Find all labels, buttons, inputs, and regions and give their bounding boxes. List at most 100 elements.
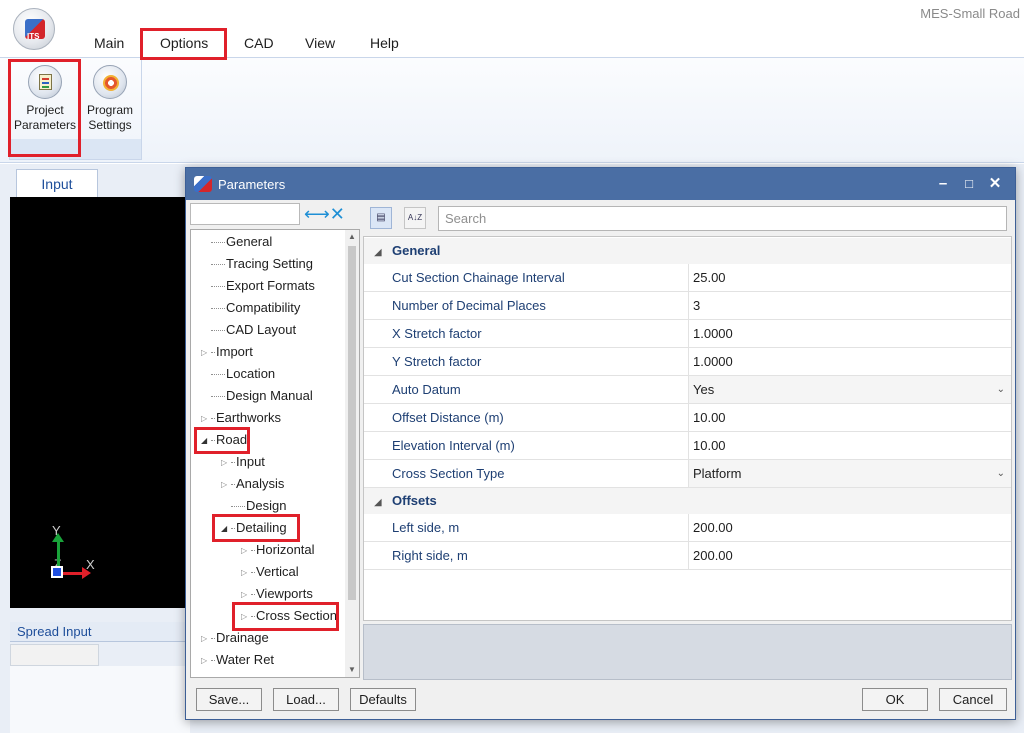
property-row[interactable]: X Stretch factor 1.0000	[364, 320, 1011, 348]
cross-section-type-select[interactable]: Platform ⌄	[688, 460, 1011, 487]
property-name: Auto Datum	[392, 382, 461, 397]
auto-datum-value: Yes	[693, 382, 715, 397]
chevron-down-icon[interactable]: ⌄	[997, 376, 1005, 403]
scroll-thumb[interactable]	[348, 246, 356, 600]
tree-scrollbar[interactable]: ▲ ▼	[345, 230, 359, 677]
tree-node-road[interactable]: ◢ Road	[201, 429, 247, 451]
property-row[interactable]: Number of Decimal Places 3	[364, 292, 1011, 320]
tree-node-horizontal[interactable]: ▷ Horizontal	[241, 539, 315, 561]
spread-input-tab[interactable]	[10, 644, 99, 666]
menu-help[interactable]: Help	[362, 30, 407, 56]
close-button[interactable]: ✕	[984, 173, 1006, 195]
save-button[interactable]: Save...	[196, 688, 262, 711]
minimize-button[interactable]: –	[932, 173, 954, 195]
tree-node-import[interactable]: ▷ Import	[201, 341, 253, 363]
tree-node-input[interactable]: ▷ Input	[221, 451, 265, 473]
alphabetical-sort-icon[interactable]: A↓Z	[404, 207, 426, 229]
expand-collapse-icon[interactable]: ⟷✕	[304, 203, 360, 225]
property-row[interactable]: Offset Distance (m) 10.00	[364, 404, 1011, 432]
collapse-arrow-icon[interactable]: ◢	[221, 518, 231, 540]
expand-arrow-icon[interactable]: ▷	[201, 342, 211, 364]
property-search-input[interactable]	[438, 206, 1007, 231]
property-value[interactable]: 10.00	[688, 404, 1011, 431]
property-name: Elevation Interval (m)	[392, 438, 515, 453]
property-row[interactable]: Cross Section Type Platform ⌄	[364, 460, 1011, 488]
expand-arrow-icon[interactable]: ▷	[221, 452, 231, 474]
project-parameters-button[interactable]: Project Parameters	[12, 63, 78, 139]
categorized-view-icon[interactable]: ▤	[370, 207, 392, 229]
property-row[interactable]: Y Stretch factor 1.0000	[364, 348, 1011, 376]
collapse-arrow-icon[interactable]: ◢	[364, 489, 392, 515]
tree-node-detailing[interactable]: ◢ Detailing	[221, 517, 287, 539]
tree-node-vertical[interactable]: ▷ Vertical	[241, 561, 299, 583]
cancel-button[interactable]: Cancel	[939, 688, 1007, 711]
program-settings-button[interactable]: Program Settings	[77, 63, 143, 139]
load-button[interactable]: Load...	[273, 688, 339, 711]
maximize-button[interactable]: □	[958, 173, 980, 195]
tree-node-design[interactable]: Design	[221, 495, 286, 517]
property-name: Y Stretch factor	[392, 354, 482, 369]
property-value[interactable]: 25.00	[688, 264, 1011, 291]
axis-x-line	[62, 572, 84, 575]
program-settings-icon	[93, 65, 127, 99]
tree-node-analysis[interactable]: ▷ Analysis	[221, 473, 284, 495]
chevron-down-icon[interactable]: ⌄	[997, 460, 1005, 487]
logo-text: ITS	[27, 32, 40, 41]
menu-cad[interactable]: CAD	[236, 30, 282, 56]
tree-node-viewports[interactable]: ▷ Viewports	[241, 583, 313, 605]
property-value[interactable]: 1.0000	[688, 320, 1011, 347]
property-value[interactable]: 1.0000	[688, 348, 1011, 375]
cross-section-type-value: Platform	[693, 466, 742, 481]
dialog-title-bar[interactable]: Parameters – □ ✕	[186, 168, 1015, 200]
tree-node-design-manual[interactable]: Design Manual	[201, 385, 313, 407]
tab-input[interactable]: Input	[16, 169, 98, 197]
property-name: Number of Decimal Places	[392, 298, 546, 313]
tree-node-earthworks[interactable]: ▷ Earthworks	[201, 407, 281, 429]
menu-options[interactable]: Options	[152, 30, 216, 56]
property-value[interactable]: 200.00	[688, 542, 1011, 569]
tree-node-compatibility[interactable]: Compatibility	[201, 297, 300, 319]
category-offsets[interactable]: ◢ Offsets	[364, 488, 1011, 514]
category-general[interactable]: ◢ General	[364, 238, 1011, 264]
property-value[interactable]: 3	[688, 292, 1011, 319]
expand-arrow-icon[interactable]: ▷	[241, 606, 251, 628]
expand-arrow-icon[interactable]: ▷	[201, 650, 211, 672]
tree-node-tracing-setting[interactable]: Tracing Setting	[201, 253, 313, 275]
property-row[interactable]: Left side, m 200.00	[364, 514, 1011, 542]
expand-arrow-icon[interactable]: ▷	[201, 408, 211, 430]
expand-arrow-icon[interactable]: ▷	[241, 584, 251, 606]
parameter-tree[interactable]: General Tracing Setting Export Formats C…	[190, 229, 360, 678]
collapse-arrow-icon[interactable]: ◢	[201, 430, 211, 452]
property-row[interactable]: Right side, m 200.00	[364, 542, 1011, 570]
expand-arrow-icon[interactable]: ▷	[201, 628, 211, 650]
expand-arrow-icon[interactable]: ▷	[221, 474, 231, 496]
tree-node-cross-section[interactable]: ▷ Cross Section	[241, 605, 337, 627]
ribbon-panel: Project Parameters Program Settings	[0, 57, 1024, 163]
expand-arrow-icon[interactable]: ▷	[241, 540, 251, 562]
menu-view[interactable]: View	[297, 30, 343, 56]
tree-node-export-formats[interactable]: Export Formats	[201, 275, 315, 297]
auto-datum-select[interactable]: Yes ⌄	[688, 376, 1011, 403]
defaults-button[interactable]: Defaults	[350, 688, 416, 711]
tree-filter-input[interactable]	[190, 203, 300, 225]
cad-viewport[interactable]: Y Z X	[10, 197, 190, 608]
ok-button[interactable]: OK	[862, 688, 928, 711]
tree-node-cad-layout[interactable]: CAD Layout	[201, 319, 296, 341]
property-row[interactable]: Cut Section Chainage Interval 25.00	[364, 264, 1011, 292]
scroll-up-icon[interactable]: ▲	[345, 230, 359, 244]
tree-node-water-ret[interactable]: ▷ Water Ret	[201, 649, 274, 671]
property-value[interactable]: 200.00	[688, 514, 1011, 541]
tree-node-location[interactable]: Location	[201, 363, 275, 385]
tree-node-drainage[interactable]: ▷ Drainage	[201, 627, 269, 649]
property-value[interactable]: 10.00	[688, 432, 1011, 459]
property-row[interactable]: Elevation Interval (m) 10.00	[364, 432, 1011, 460]
ribbon-group-footer	[10, 139, 141, 159]
expand-arrow-icon[interactable]: ▷	[241, 562, 251, 584]
scroll-down-icon[interactable]: ▼	[345, 663, 359, 677]
tree-node-general[interactable]: General	[201, 231, 272, 253]
app-logo-button[interactable]: ITS	[13, 8, 55, 50]
property-row[interactable]: Auto Datum Yes ⌄	[364, 376, 1011, 404]
app-title: MES-Small Road	[920, 6, 1020, 21]
collapse-arrow-icon[interactable]: ◢	[364, 239, 392, 265]
menu-main[interactable]: Main	[86, 30, 132, 56]
